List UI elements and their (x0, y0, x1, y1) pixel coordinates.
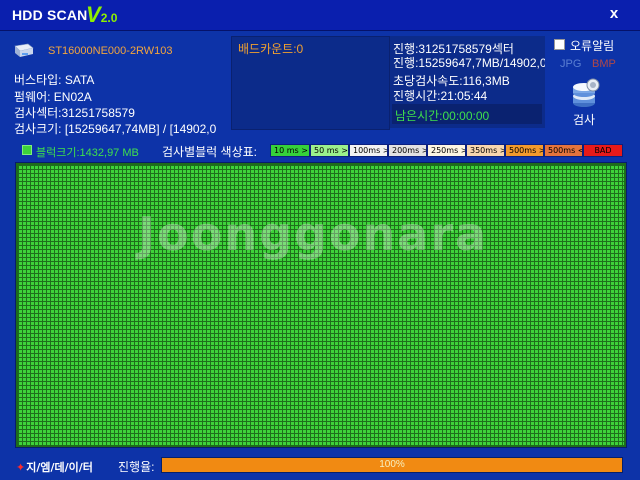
jpg-option[interactable]: JPG (560, 58, 581, 70)
remaining-time-box: 남은시간:00:00:00 (392, 104, 542, 124)
disk-stack-icon (573, 78, 600, 107)
error-alert-label[interactable]: 오류알림 (570, 37, 614, 54)
app-title: HDD SCAN (12, 7, 88, 23)
block-grid: Joonggonara (18, 165, 624, 445)
legend-item-50ms: 50 ms > (310, 144, 349, 157)
watermark: Joonggonara (138, 207, 489, 261)
block-map: Joonggonara (15, 162, 627, 448)
legend-item-250ms: 250ms > (427, 144, 466, 157)
legend-item-10ms: 10 ms > (270, 144, 310, 157)
firmware: 펌웨어: EN02A (14, 90, 92, 104)
bad-count: 배드카운트:0 (238, 42, 304, 56)
bus-type: 버스타입: SATA (14, 73, 95, 87)
app-version: V2.0 (86, 2, 117, 28)
legend-item-200ms: 200ms > (388, 144, 427, 157)
scan-button-label: 검사 (573, 113, 596, 127)
legend-item-350ms: 350ms > (466, 144, 505, 157)
version-prefix: V (86, 2, 101, 27)
brand-text: 지/엠/데/이/터 (26, 461, 93, 474)
bmp-option[interactable]: BMP (592, 58, 616, 70)
elapsed-time: 진행시간:21:05:44 (393, 89, 488, 103)
title-bar: HDD SCAN V2.0 x (0, 0, 640, 31)
legend-item-500ms-over: 500ms > (505, 144, 544, 157)
error-alert-checkbox[interactable] (554, 39, 565, 50)
block-size-swatch (22, 145, 32, 155)
legend-item-bad: BAD (583, 144, 623, 157)
legend-item-500ms-under: 500ms < (544, 144, 583, 157)
brand-label: ✦지/엠/데/이/터 (16, 459, 93, 475)
progress-bar: 100% (161, 457, 623, 473)
scan-button[interactable]: 검사 (566, 78, 606, 128)
legend-row: 블럭크기:1432,97 MB 검사별블럭 색상표: 10 ms > 50 ms… (0, 143, 640, 159)
legend-items: 10 ms > 50 ms > 100ms > 200ms > 250ms > … (270, 144, 623, 157)
bad-count-panel: 배드카운트:0 (231, 36, 390, 130)
progress-size: 진행:15259647,7MB/14902,0 (393, 56, 545, 70)
scan-sectors: 검사섹터:31251758579 (14, 106, 135, 120)
remaining-time: 남은시간:00:00:00 (395, 109, 490, 123)
progress-text: 100% (379, 459, 405, 470)
block-size: 블럭크기:1432,97 MB (36, 147, 139, 159)
hdd-icon (14, 43, 34, 57)
close-button[interactable]: x (603, 4, 625, 24)
legend-item-100ms: 100ms > (349, 144, 388, 157)
brand-star-icon: ✦ (16, 461, 26, 474)
progress-label: 진행율: (118, 460, 155, 474)
drive-model: ST16000NE000-2RW103 (48, 45, 173, 57)
scan-size: 검사크기: [15259647,74MB] / [14902,0 (14, 122, 217, 136)
legend-title: 검사별블럭 색상표: (162, 145, 257, 159)
version-number: 2.0 (100, 11, 118, 25)
